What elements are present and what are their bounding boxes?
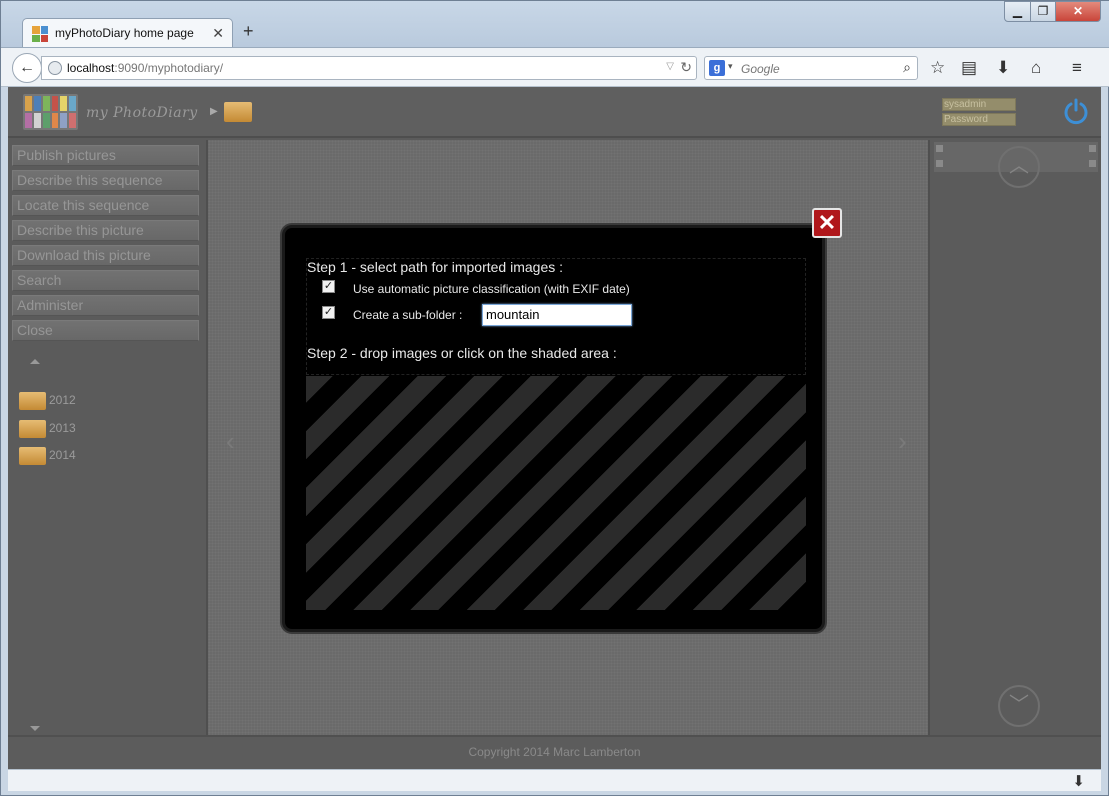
search-icon[interactable]: ⌕ [903,59,911,76]
scroll-up-button[interactable]: ︿ [998,146,1040,188]
logo-icon [23,94,78,130]
folder-icon [19,420,46,438]
favicon-icon [32,26,48,42]
step2-heading: Step 2 - drop images or click on the sha… [307,345,617,361]
image-drop-zone[interactable] [306,376,806,610]
url-bar[interactable]: localhost:9090/myphotodiary/ ▽ ↻ [41,56,697,80]
scroll-down-button[interactable]: ﹀ [998,685,1040,727]
url-text: localhost:9090/myphotodiary/ [67,61,224,75]
thumbnail-marker [936,145,943,152]
breadcrumb-folder-icon[interactable] [224,102,252,122]
sidebar: Publish pictures Describe this sequence … [8,140,205,735]
thumbnail-panel: ︿ ﹀ [932,140,1101,735]
reload-icon[interactable]: ↻ [680,59,692,76]
menu-item-download-picture[interactable]: Download this picture [12,245,199,266]
app-header: my PhotoDiary ▶ sysadmin Password [8,87,1101,138]
dialog-close-button[interactable]: ✕ [812,208,842,238]
tree-scroll-up-icon[interactable] [30,359,40,364]
search-engine-dropdown-icon[interactable]: ▾ [728,61,733,72]
step1-heading: Step 1 - select path for imported images… [307,259,564,275]
globe-icon [48,61,62,75]
tree-item-label: 2013 [49,421,76,435]
download-status-icon[interactable]: ⬇ [1072,772,1085,790]
url-dropdown-icon[interactable]: ▽ [666,61,674,72]
back-button[interactable]: ← [12,53,42,83]
username-field[interactable]: sysadmin [942,98,1016,111]
window-close-button[interactable]: ✕ [1055,1,1101,22]
next-picture-icon[interactable]: › [898,426,907,457]
folder-icon [19,392,46,410]
menu-item-locate-sequence[interactable]: Locate this sequence [12,195,199,216]
previous-picture-icon[interactable]: ‹ [226,426,235,457]
google-icon[interactable]: g [709,60,725,76]
new-tab-icon[interactable]: + [243,21,254,42]
downloads-icon[interactable]: ⬇ [996,58,1010,78]
import-dialog: Step 1 - select path for imported images… [282,225,825,632]
menu-item-describe-picture[interactable]: Describe this picture [12,220,199,241]
tab-close-icon[interactable]: ✕ [212,25,224,42]
home-icon[interactable]: ⌂ [1031,58,1041,78]
footer: Copyright 2014 Marc Lamberton [8,735,1101,769]
menu-item-search[interactable]: Search [12,270,199,291]
menu-icon[interactable]: ≡ [1072,58,1082,78]
subfolder-label: Create a sub-folder : [353,308,463,322]
search-bar[interactable]: g ▾ Google ⌕ [704,56,918,80]
bookmark-star-icon[interactable]: ☆ [930,58,945,78]
auto-classification-checkbox[interactable]: ✓ [322,280,335,293]
tree-item-label: 2014 [49,448,76,462]
thumbnail-marker [1089,160,1096,167]
thumbnail-marker [1089,145,1096,152]
menu-item-administer[interactable]: Administer [12,295,199,316]
tab-title: myPhotoDiary home page [55,26,194,40]
subfolder-input[interactable]: mountain [482,304,632,326]
thumbnail-marker [936,160,943,167]
title-bar: myPhotoDiary home page ✕ + ▁ ❐ ✕ [1,1,1109,48]
breadcrumb-arrow-icon: ▶ [210,106,218,117]
browser-tab[interactable]: myPhotoDiary home page ✕ [22,18,233,48]
subfolder-checkbox[interactable]: ✓ [322,306,335,319]
menu-item-describe-sequence[interactable]: Describe this sequence [12,170,199,191]
maximize-button[interactable]: ❐ [1030,1,1056,22]
reading-list-icon[interactable]: ▤ [961,58,977,78]
menu-item-close[interactable]: Close [12,320,199,341]
menu-item-publish-pictures[interactable]: Publish pictures [12,145,199,166]
minimize-button[interactable]: ▁ [1004,1,1031,22]
folder-icon [19,447,46,465]
navigation-toolbar: ← localhost:9090/myphotodiary/ ▽ ↻ g ▾ G… [1,47,1109,87]
search-input[interactable]: Google [741,62,780,76]
password-field[interactable]: Password [942,113,1016,126]
tree-item-label: 2012 [49,393,76,407]
power-icon[interactable] [1062,97,1090,125]
tree-scroll-down-icon[interactable] [30,726,40,731]
app-logo-text: my PhotoDiary [86,105,198,121]
auto-classification-label: Use automatic picture classification (wi… [353,282,630,296]
status-bar: ⬇ [8,769,1101,791]
